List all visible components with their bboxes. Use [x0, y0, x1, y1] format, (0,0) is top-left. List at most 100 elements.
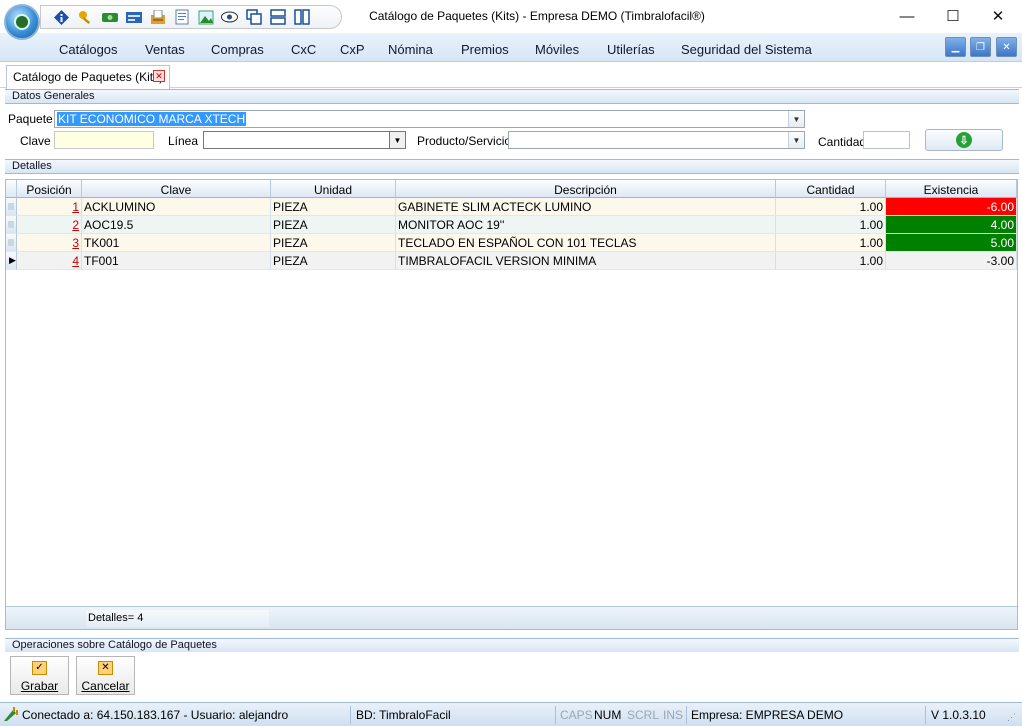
table-row[interactable]: ▶ 4 TF001 PIEZA TIMBRALOFACIL VERSION MI… [6, 252, 1017, 270]
producto-servicio-combo[interactable]: ▼ [508, 131, 805, 149]
column-header-existencia[interactable]: Existencia [886, 180, 1017, 198]
paquete-combo[interactable]: KIT ECONOMICO MARCA XTECH ▼ [54, 110, 805, 128]
cell-existencia[interactable]: -3.00 [886, 252, 1017, 270]
cell-cantidad[interactable]: 1.00 [776, 252, 886, 270]
cell-clave[interactable]: ACKLUMINO [82, 198, 271, 216]
cell-cantidad[interactable]: 1.00 [776, 198, 886, 216]
chevron-down-icon[interactable]: ▼ [788, 132, 804, 148]
cell-clave[interactable]: TK001 [82, 234, 271, 252]
cancelar-button[interactable]: ✕ Cancelar [76, 656, 135, 695]
row-indicator[interactable] [6, 216, 17, 234]
chevron-down-icon[interactable]: ▼ [788, 111, 804, 127]
image-icon[interactable] [197, 9, 214, 25]
cell-unidad[interactable]: PIEZA [271, 234, 396, 252]
menu-premios[interactable]: Premios [461, 42, 509, 57]
cell-descripcion[interactable]: TECLADO EN ESPAÑOL CON 101 TECLAS [396, 234, 776, 252]
clave-input[interactable] [54, 131, 154, 149]
column-header-descripcion[interactable]: Descripción [396, 180, 776, 198]
table-row[interactable]: 3 TK001 PIEZA TECLADO EN ESPAÑOL CON 101… [6, 234, 1017, 252]
cell-descripcion[interactable]: MONITOR AOC 19'' [396, 216, 776, 234]
menu-ventas[interactable]: Ventas [145, 42, 185, 57]
status-divider [925, 706, 926, 724]
status-connection: Conectado a: 64.150.183.167 - Usuario: a… [22, 708, 289, 722]
column-header-cantidad[interactable]: Cantidad [776, 180, 886, 198]
cell-posicion[interactable]: 3 [17, 234, 82, 252]
menu-nomina[interactable]: Nómina [388, 42, 433, 57]
tab-close-icon[interactable]: ✕ [153, 70, 165, 82]
status-database: BD: TimbraloFacil [356, 708, 451, 722]
column-header-unidad[interactable]: Unidad [271, 180, 396, 198]
cell-posicion[interactable]: 2 [17, 216, 82, 234]
menu-compras[interactable]: Compras [211, 42, 264, 57]
info-icon[interactable] [53, 9, 70, 25]
tab-catalogo-paquetes[interactable]: Catálogo de Paquetes (Kits) [6, 65, 170, 89]
mdi-close-button[interactable]: ✕ [996, 37, 1017, 57]
cell-posicion[interactable]: 1 [17, 198, 82, 216]
app-menu-orb-icon[interactable] [4, 4, 40, 40]
column-header-posicion[interactable]: Posición [17, 180, 82, 198]
cell-descripcion[interactable]: TIMBRALOFACIL VERSION MINIMA [396, 252, 776, 270]
cell-cantidad[interactable]: 1.00 [776, 216, 886, 234]
cantidad-label: Cantidad [818, 135, 867, 149]
eye-icon[interactable] [221, 9, 238, 25]
maximize-button[interactable]: ☐ [930, 0, 976, 32]
money-icon[interactable] [101, 9, 118, 25]
cell-unidad[interactable]: PIEZA [271, 216, 396, 234]
cell-descripcion[interactable]: GABINETE SLIM ACTECK LUMINO [396, 198, 776, 216]
status-divider [686, 706, 687, 724]
cantidad-input[interactable] [863, 131, 910, 149]
add-item-button[interactable]: ⇩ [925, 129, 1003, 151]
menu-catalogos[interactable]: Catálogos [59, 42, 118, 57]
menu-cxc[interactable]: CxC [291, 42, 316, 57]
menu-seguridad[interactable]: Seguridad del Sistema [681, 42, 812, 57]
card-icon[interactable] [125, 9, 142, 25]
cell-cantidad[interactable]: 1.00 [776, 234, 886, 252]
cell-posicion[interactable]: 4 [17, 252, 82, 270]
resize-grip-icon[interactable]: ⋰ [1007, 712, 1016, 723]
status-version: V 1.0.3.10 [931, 708, 986, 722]
connection-plug-icon [4, 707, 18, 721]
cell-unidad[interactable]: PIEZA [271, 198, 396, 216]
cascade-windows-icon[interactable] [245, 9, 262, 25]
cell-existencia[interactable]: -6.00 [886, 198, 1017, 216]
current-row-indicator-icon[interactable]: ▶ [6, 252, 17, 270]
cell-existencia[interactable]: 5.00 [886, 234, 1017, 252]
tile-horizontal-icon[interactable] [269, 9, 286, 25]
table-row[interactable]: 2 AOC19.5 PIEZA MONITOR AOC 19'' 1.00 4.… [6, 216, 1017, 234]
mdi-restore-button[interactable]: ❐ [970, 37, 991, 57]
status-ins: INS [663, 708, 684, 722]
cell-clave[interactable]: AOC19.5 [82, 216, 271, 234]
menu-cxp[interactable]: CxP [340, 42, 365, 57]
detalles-count: Detalles= 4 [86, 610, 269, 627]
operaciones-panel [5, 652, 1019, 698]
cell-unidad[interactable]: PIEZA [271, 252, 396, 270]
inbox-icon[interactable] [149, 9, 166, 25]
mdi-minimize-button[interactable]: ▁ [945, 37, 966, 57]
save-check-icon: ✓ [32, 661, 47, 675]
key-icon[interactable] [77, 9, 94, 25]
clave-label: Clave [20, 134, 51, 148]
row-indicator[interactable] [6, 198, 17, 216]
status-empresa: Empresa: EMPRESA DEMO [691, 708, 844, 722]
document-icon[interactable] [173, 9, 190, 25]
grabar-button[interactable]: ✓ Grabar [10, 656, 69, 695]
paquete-label: Paquete [8, 112, 53, 126]
detalles-header: Detalles [5, 159, 1019, 174]
status-bar: Conectado a: 64.150.183.167 - Usuario: a… [0, 702, 1022, 726]
row-indicator[interactable] [6, 234, 17, 252]
cell-existencia[interactable]: 4.00 [886, 216, 1017, 234]
linea-combo[interactable]: ▼ [203, 131, 406, 149]
grid-footer: Detalles= 4 [6, 606, 1017, 629]
datos-generales-header: Datos Generales [5, 89, 1019, 104]
column-header-clave[interactable]: Clave [82, 180, 271, 198]
table-row[interactable]: 1 ACKLUMINO PIEZA GABINETE SLIM ACTECK L… [6, 198, 1017, 216]
menu-utilerias[interactable]: Utilerías [607, 42, 655, 57]
tile-vertical-icon[interactable] [293, 9, 310, 25]
paquete-value: KIT ECONOMICO MARCA XTECH [57, 112, 247, 126]
cell-clave[interactable]: TF001 [82, 252, 271, 270]
grid-corner [6, 180, 17, 198]
minimize-button[interactable]: — [884, 0, 930, 32]
close-button[interactable]: ✕ [975, 0, 1021, 32]
menu-moviles[interactable]: Móviles [535, 42, 579, 57]
chevron-down-icon[interactable]: ▼ [389, 132, 405, 148]
